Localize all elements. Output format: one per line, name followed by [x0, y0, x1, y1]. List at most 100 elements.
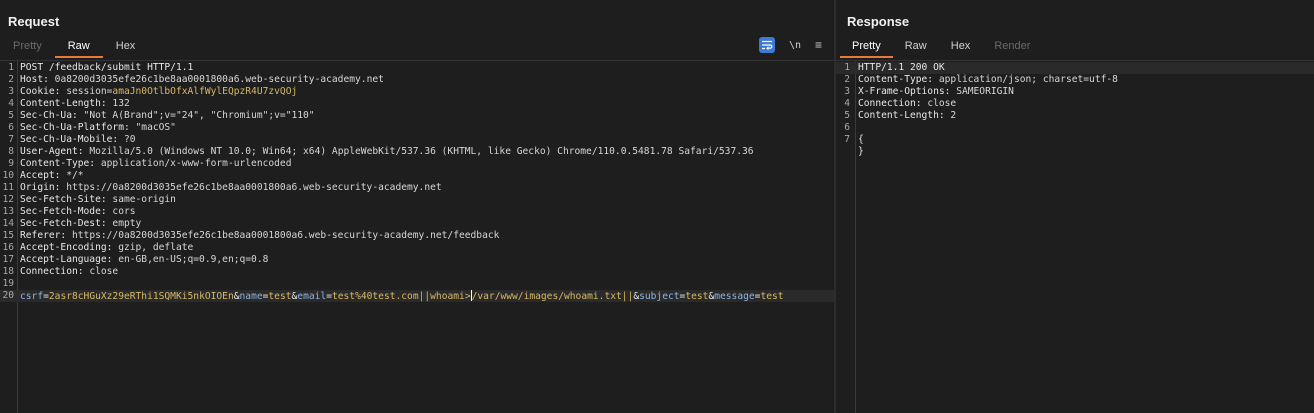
header-value: empty [106, 218, 142, 229]
header-name: { [858, 134, 864, 145]
line-number: 7 [844, 134, 850, 145]
line-number: 4 [8, 98, 14, 109]
line-content: Origin: https://0a8200d3035efe26c1be8aa0… [20, 182, 442, 194]
request-tab-pretty[interactable]: Pretty [0, 38, 55, 58]
response-tab-hex[interactable]: Hex [939, 38, 983, 58]
request-editor[interactable]: 1 POST /feedback/submit HTTP/1.1 2 Host: 0a… [0, 60, 834, 413]
line-content: Accept-Language: en-GB,en-US;q=0.9,en;q=… [20, 254, 268, 266]
response-title: Response [847, 14, 910, 29]
code-line: 5 Content-Length: 2 [836, 110, 1314, 122]
code-line: 7{ [836, 134, 1314, 146]
line-number: 9 [8, 158, 14, 169]
show-newlines-button[interactable]: \n [789, 37, 801, 53]
line-number: 1 [8, 62, 14, 73]
line-number: 3 [844, 86, 850, 97]
response-tab-raw[interactable]: Raw [893, 38, 939, 58]
header-value: application/json; charset=utf-8 [933, 74, 1118, 85]
code-line: 15 Referer: https://0a8200d3035efe26c1be8… [0, 230, 834, 242]
line-content: Content-Length: 2 [858, 110, 956, 122]
request-toolbar: \n ≡ [758, 37, 822, 53]
header-name: Connection: [858, 98, 922, 109]
line-number: 13 [2, 206, 14, 217]
line-content: Content-Type: application/x-www-form-url… [20, 158, 291, 170]
header-value: Mozilla/5.0 (Windows NT 10.0; Win64; x64… [83, 146, 754, 157]
header-value: 0a8200d3035efe26c1be8aa0001800a6.web-sec… [48, 74, 384, 85]
code-line: 11 Origin: https://0a8200d3035efe26c1be8a… [0, 182, 834, 194]
line-content: Sec-Fetch-Dest: empty [20, 218, 141, 230]
line-content: Sec-Ch-Ua-Platform: "macOS" [20, 122, 176, 134]
code-line: 3 Cookie: session=amaJn0OtlbOfxAlfWylEQpz… [0, 86, 834, 98]
line-content: Connection: close [20, 266, 118, 278]
header-name: Cookie: [20, 86, 61, 97]
code-line: 8 User-Agent: Mozilla/5.0 (Windows NT 10.… [0, 146, 834, 158]
header-value: cors [106, 206, 136, 217]
response-pane: Response Pretty Raw Hex Render 1 HTTP/1.1… [836, 0, 1314, 413]
line-number: 19 [2, 278, 14, 289]
header-value: "macOS" [129, 122, 176, 133]
line-number: 14 [2, 218, 14, 229]
code-line: 5 Sec-Ch-Ua: "Not A(Brand";v="24", "Chrom… [0, 110, 834, 122]
line-content: Connection: close [858, 98, 956, 110]
request-tab-raw[interactable]: Raw [54, 38, 103, 58]
header-value: en-GB,en-US;q=0.9,en;q=0.8 [112, 254, 269, 265]
line-content: } [858, 146, 864, 158]
line-content: Sec-Fetch-Site: same-origin [20, 194, 176, 206]
header-name: Origin: [20, 182, 61, 193]
code-line: 6 [836, 122, 1314, 134]
header-value: https://0a8200d3035efe26c1be8aa0001800a6… [60, 182, 442, 193]
line-number: 11 [2, 182, 14, 193]
code-line: 4 Connection: close [836, 98, 1314, 110]
line-content: Sec-Fetch-Mode: cors [20, 206, 136, 218]
code-line: 1 POST /feedback/submit HTTP/1.1 [0, 62, 834, 74]
line-content: csrf=2asr8cHGuXz29eRThi1SQMKi5nkOIOEn&na… [20, 290, 784, 303]
response-tab-render[interactable]: Render [982, 38, 1042, 58]
line-content: { [858, 134, 864, 146]
line-content: User-Agent: Mozilla/5.0 (Windows NT 10.0… [20, 146, 754, 158]
response-tab-pretty[interactable]: Pretty [840, 38, 893, 58]
code-line: 17 Accept-Language: en-GB,en-US;q=0.9,en;… [0, 254, 834, 266]
header-value: ?0 [118, 134, 136, 145]
header-value: 132 [106, 98, 130, 109]
line-content: Sec-Ch-Ua-Mobile: ?0 [20, 134, 136, 146]
param-name: subject [639, 291, 680, 302]
line-number: 2 [8, 74, 14, 85]
line-number: 20 [2, 290, 14, 301]
code-line: 10 Accept: */* [0, 170, 834, 182]
param-name: message [714, 291, 755, 302]
menu-icon[interactable]: ≡ [815, 37, 822, 53]
line-number: 4 [844, 98, 850, 109]
header-value: SAMEORIGIN [950, 86, 1014, 97]
header-name: POST /feedback/submit HTTP/1.1 [20, 62, 194, 73]
line-number: 1 [844, 62, 850, 73]
header-name: Accept-Language: [20, 254, 113, 265]
response-lines: 1 HTTP/1.1 200 OK 2 Content-Type: applicati… [836, 61, 1314, 158]
line-number: 6 [8, 122, 14, 133]
response-editor[interactable]: 1 HTTP/1.1 200 OK 2 Content-Type: applicati… [836, 60, 1314, 413]
wrap-lines-icon[interactable] [758, 37, 775, 53]
line-number: 18 [2, 266, 14, 277]
line-number: 17 [2, 254, 14, 265]
line-number: 5 [844, 110, 850, 121]
param-value: /var/www/images/whoami.txt|| [471, 291, 634, 302]
header-name: X-Frame-Options: [858, 86, 951, 97]
request-lines: 1 POST /feedback/submit HTTP/1.1 2 Host: 0a… [0, 61, 834, 302]
header-value: session= [60, 86, 113, 97]
request-tab-hex[interactable]: Hex [103, 38, 149, 58]
header-value: */* [60, 170, 84, 181]
line-number: 8 [8, 146, 14, 157]
header-name: Content-Type: [858, 74, 934, 85]
header-name: Content-Type: [20, 158, 96, 169]
header-name: Sec-Fetch-Dest: [20, 218, 107, 229]
header-name: } [858, 146, 864, 157]
cookie-value: amaJn0OtlbOfxAlfWylEQpzR4U7zvQOj [112, 86, 298, 97]
line-number: 10 [2, 170, 14, 181]
header-value: https://0a8200d3035efe26c1be8aa0001800a6… [66, 230, 500, 241]
code-line: 2 Host: 0a8200d3035efe26c1be8aa0001800a6.… [0, 74, 834, 86]
param-name: name [239, 291, 263, 302]
header-name: Accept-Encoding: [20, 242, 113, 253]
line-content: X-Frame-Options: SAMEORIGIN [858, 86, 1014, 98]
code-line: 4 Content-Length: 132 [0, 98, 834, 110]
line-content: POST /feedback/submit HTTP/1.1 [20, 62, 193, 74]
code-line: 18 Connection: close [0, 266, 834, 278]
line-number: 12 [2, 194, 14, 205]
